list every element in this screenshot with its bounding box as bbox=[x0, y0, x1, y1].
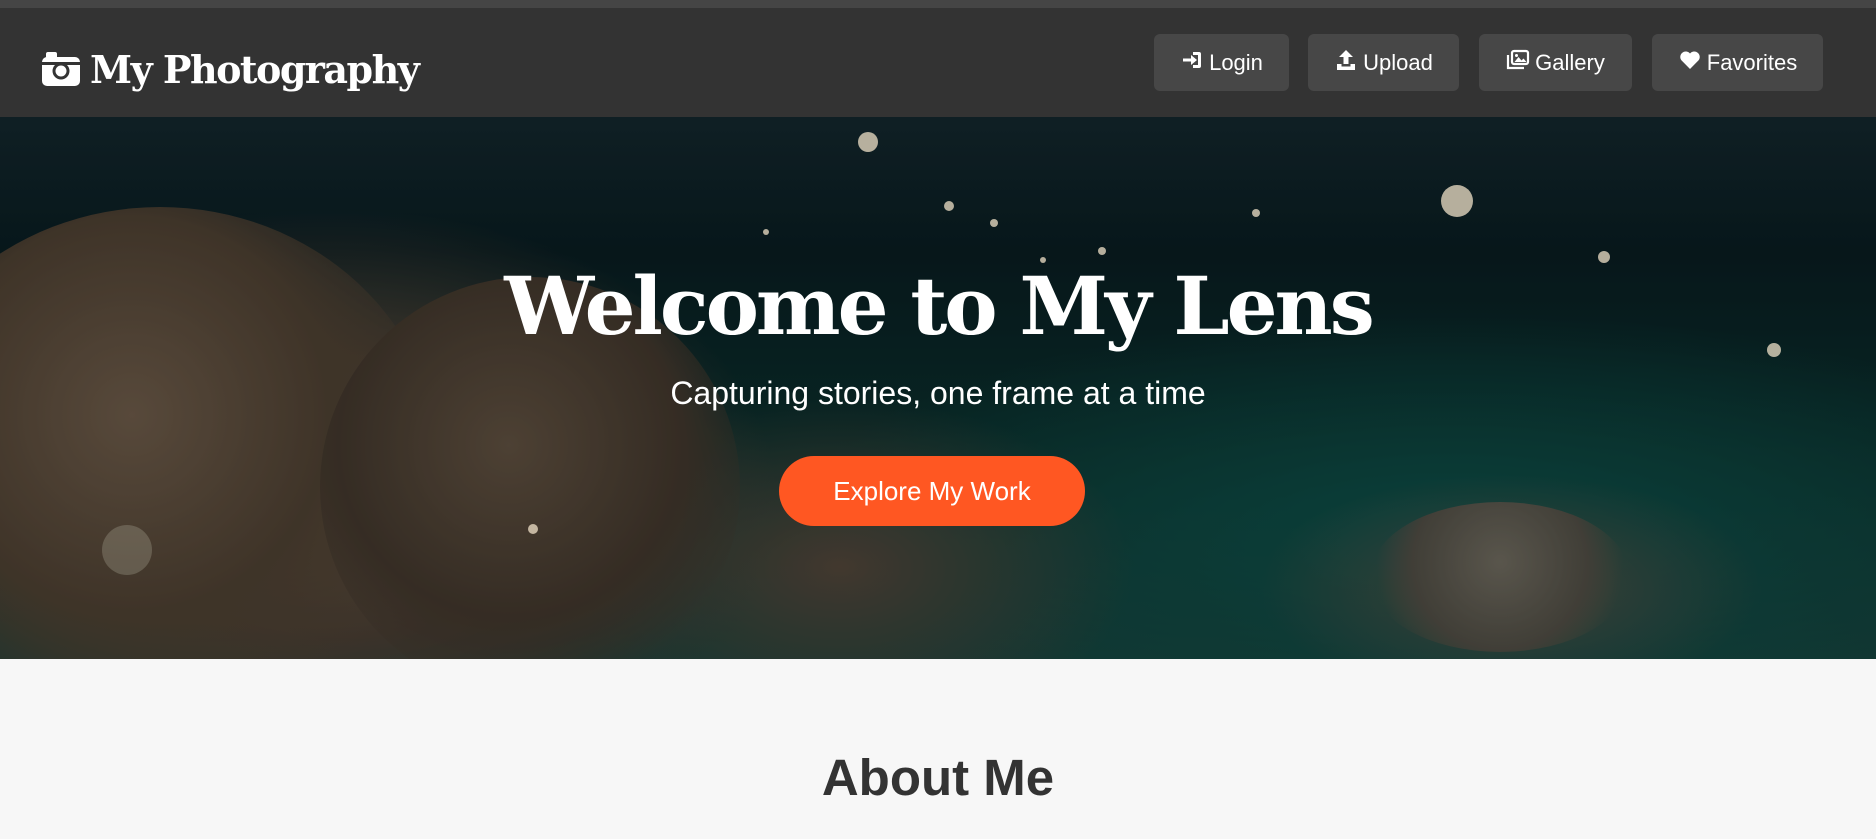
bokeh-dot bbox=[858, 132, 878, 152]
hero-section: Welcome to My Lens Capturing stories, on… bbox=[0, 117, 1876, 659]
bokeh-dot bbox=[1098, 247, 1106, 255]
bokeh-dot bbox=[1441, 185, 1473, 217]
top-accent-line bbox=[0, 0, 1876, 8]
bokeh-dot bbox=[102, 525, 152, 575]
explore-work-button[interactable]: Explore My Work bbox=[779, 456, 1085, 526]
upload-label: Upload bbox=[1363, 49, 1433, 75]
heart-icon bbox=[1678, 48, 1707, 78]
gallery-icon bbox=[1506, 48, 1535, 78]
login-icon bbox=[1180, 48, 1209, 78]
bokeh-dot bbox=[1252, 209, 1260, 217]
bokeh-dot bbox=[528, 524, 538, 534]
upload-icon bbox=[1334, 48, 1363, 78]
upload-button[interactable]: Upload bbox=[1308, 34, 1459, 91]
favorites-button[interactable]: Favorites bbox=[1652, 34, 1823, 91]
site-header: My Photography Login Upload Gallery Favo… bbox=[0, 8, 1876, 117]
main-nav: Login Upload Gallery Favorites bbox=[0, 34, 1876, 91]
login-button[interactable]: Login bbox=[1154, 34, 1289, 91]
gallery-button[interactable]: Gallery bbox=[1479, 34, 1632, 91]
hero-subtitle: Capturing stories, one frame at a time bbox=[670, 375, 1206, 411]
bokeh-dot bbox=[763, 229, 769, 235]
bokeh-dot bbox=[944, 201, 954, 211]
login-label: Login bbox=[1209, 49, 1263, 75]
about-title: About Me bbox=[821, 749, 1055, 806]
gallery-label: Gallery bbox=[1535, 49, 1605, 75]
hero-title: Welcome to My Lens bbox=[504, 259, 1374, 353]
favorites-label: Favorites bbox=[1706, 49, 1798, 75]
bokeh-dot bbox=[990, 219, 998, 227]
